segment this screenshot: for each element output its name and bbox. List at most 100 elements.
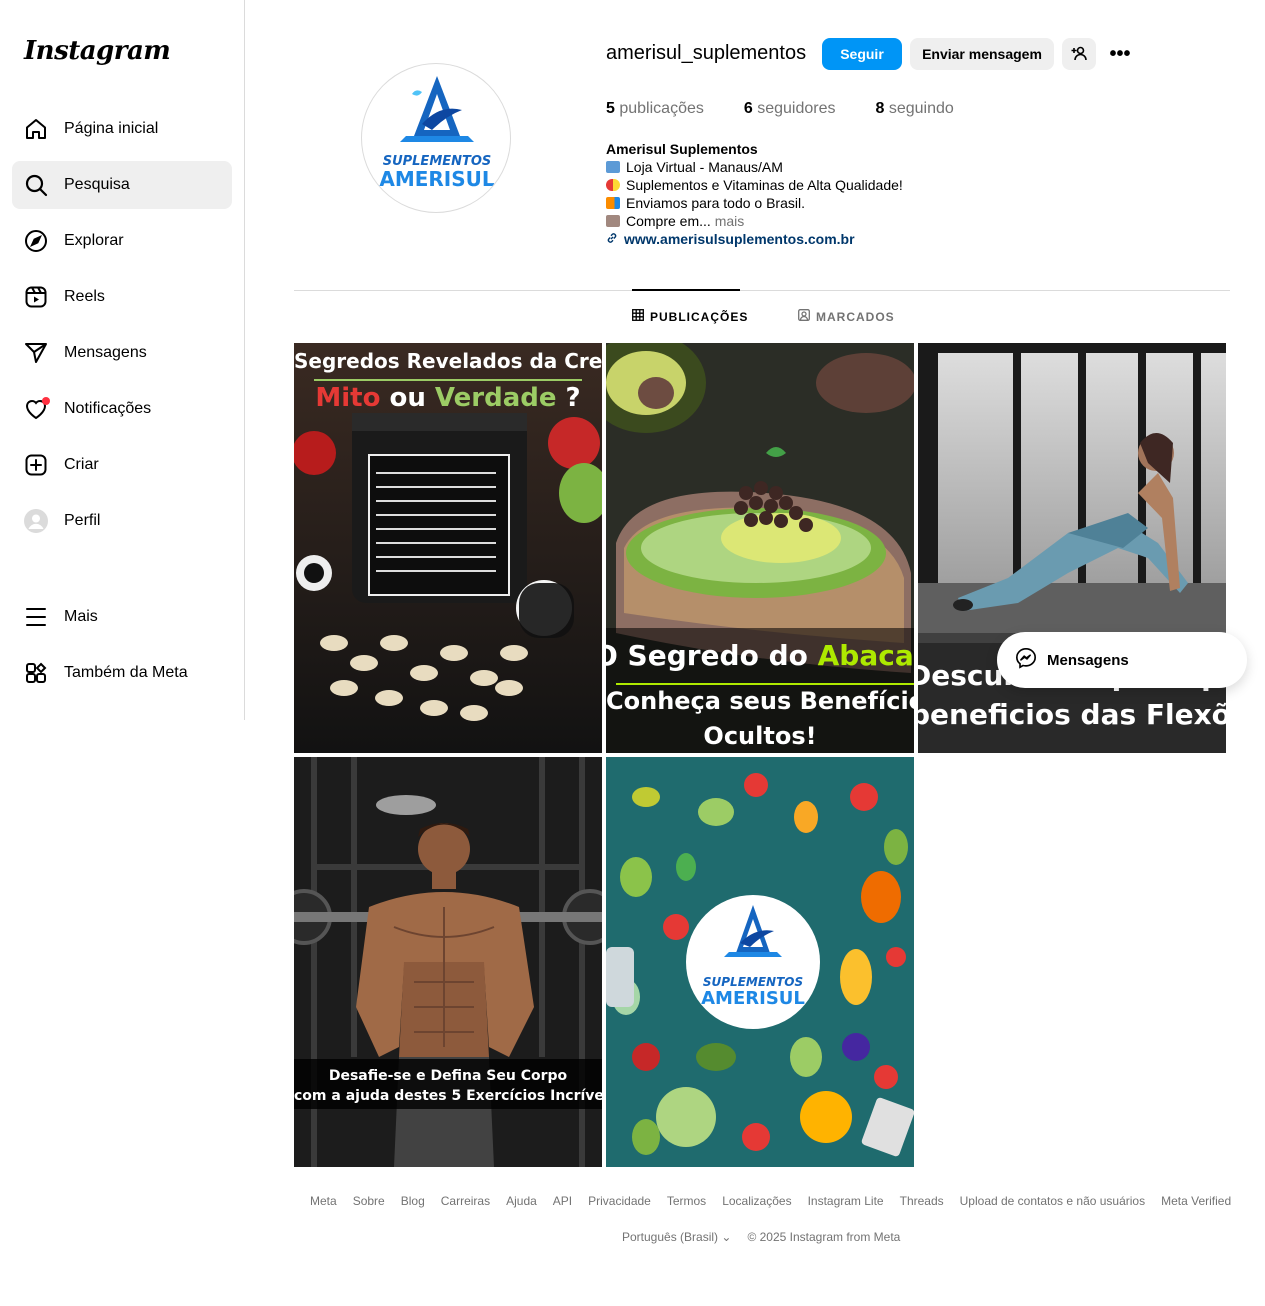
- post-divider: [616, 683, 914, 685]
- sidebar-item-messages[interactable]: Mensagens: [12, 329, 232, 377]
- follow-button[interactable]: Seguir: [822, 38, 902, 70]
- footer-link[interactable]: Meta: [310, 1194, 337, 1208]
- footer-link[interactable]: Termos: [667, 1194, 706, 1208]
- stat-following[interactable]: 8 seguindo: [876, 100, 954, 118]
- post-caption-line2: Conheça seus Benefícios: [606, 687, 914, 715]
- sidebar-item-label: Notificações: [64, 400, 152, 417]
- post-creatine[interactable]: Segredos Revelados da Creat Mito ou Verd…: [294, 343, 602, 753]
- search-icon: [24, 173, 48, 197]
- sidebar-item-search[interactable]: Pesquisa: [12, 161, 232, 209]
- post-avocado[interactable]: O Segredo do Abacate Conheça seus Benefí…: [606, 343, 914, 753]
- post-brand-logo[interactable]: SUPLEMENTOS AMERISUL: [606, 757, 914, 1167]
- bio-more-link[interactable]: mais: [711, 213, 745, 229]
- footer-link[interactable]: Meta Verified: [1161, 1194, 1231, 1208]
- avatar-brand-line2: AMERISUL: [379, 167, 495, 191]
- post-caption-line1: Desafie-se e Defina Seu Corpo: [328, 1068, 568, 1084]
- footer-bottom: Português (Brasil) ⌄ © 2025 Instagram fr…: [622, 1230, 900, 1244]
- bio-line: Loja Virtual - Manaus/AM: [606, 158, 903, 176]
- post-caption-line3: Ocultos!: [703, 722, 817, 750]
- post-exercises[interactable]: Desafie-se e Defina Seu Corpo com a ajud…: [294, 757, 602, 1167]
- footer-link[interactable]: Ajuda: [506, 1194, 537, 1208]
- sidebar-item-also-from-meta[interactable]: Também da Meta: [12, 649, 232, 697]
- sidebar-item-profile[interactable]: Perfil: [12, 497, 232, 545]
- tab-tagged[interactable]: MARCADOS: [798, 309, 895, 324]
- tab-posts[interactable]: PUBLICAÇÕES: [632, 309, 748, 324]
- sidebar-item-label: Reels: [64, 288, 105, 305]
- post-divider: [314, 379, 582, 381]
- sidebar-item-label: Também da Meta: [64, 664, 188, 681]
- sidebar-item-reels[interactable]: Reels: [12, 273, 232, 321]
- footer-links: Meta Sobre Blog Carreiras Ajuda API Priv…: [310, 1194, 1231, 1208]
- footer-link[interactable]: Blog: [401, 1194, 425, 1208]
- send-icon: [24, 341, 48, 365]
- post-image: SUPLEMENTOS AMERISUL: [606, 757, 914, 1167]
- footer-link[interactable]: Upload de contatos e não usuários: [960, 1194, 1145, 1208]
- heart-icon: [24, 397, 50, 421]
- language-selector[interactable]: Português (Brasil) ⌄: [622, 1230, 731, 1244]
- sidebar-item-label: Pesquisa: [64, 176, 130, 193]
- sidebar-item-notifications[interactable]: Notificações: [12, 385, 232, 433]
- footer-link[interactable]: Sobre: [353, 1194, 385, 1208]
- footer-link[interactable]: Instagram Lite: [808, 1194, 884, 1208]
- tab-active-indicator: [632, 289, 740, 291]
- footer-link[interactable]: Privacidade: [588, 1194, 651, 1208]
- post-brand-line1: SUPLEMENTOS: [703, 975, 803, 989]
- profile-stats: 5 publicações 6 seguidores 8 seguindo: [606, 100, 954, 118]
- link-icon: [606, 230, 620, 248]
- laptop-emoji-icon: [606, 161, 620, 173]
- post-caption-title: Segredos Revelados da Creat: [294, 349, 602, 373]
- sidebar-item-label: Mais: [64, 608, 98, 625]
- chevron-down-icon: ⌄: [721, 1230, 732, 1244]
- tagged-icon: [798, 309, 810, 324]
- footer-link[interactable]: Threads: [900, 1194, 944, 1208]
- profile-avatar[interactable]: SUPLEMENTOS AMERISUL: [361, 63, 511, 213]
- sidebar-item-more[interactable]: Mais: [12, 593, 232, 641]
- sidebar-item-home[interactable]: Página inicial: [12, 105, 232, 153]
- sidebar-item-label: Mensagens: [64, 344, 147, 361]
- bio-name: Amerisul Suplementos: [606, 141, 758, 157]
- more-options-button[interactable]: •••: [1104, 38, 1136, 70]
- truck-emoji-icon: [606, 197, 620, 209]
- sidebar: Instagram Página inicial Pesquisa Explor…: [0, 0, 245, 720]
- stat-posts: 5 publicações: [606, 100, 704, 117]
- compass-icon: [24, 229, 48, 253]
- profile-username: amerisul_suplementos: [606, 42, 807, 64]
- footer-link[interactable]: Localizações: [722, 1194, 791, 1208]
- avatar-icon: [24, 509, 48, 533]
- plus-square-icon: [24, 453, 48, 477]
- sidebar-item-create[interactable]: Criar: [12, 441, 232, 489]
- stat-followers[interactable]: 6 seguidores: [744, 100, 836, 118]
- menu-icon: [24, 605, 48, 629]
- post-caption-line2: com a ajuda destes 5 Exercícios Incrívei…: [294, 1088, 602, 1104]
- messenger-icon: [1015, 647, 1037, 673]
- post-caption-subtitle: Mito ou Verdade ?: [315, 383, 581, 413]
- floating-messages-label: Mensagens: [1047, 651, 1129, 669]
- footer-link[interactable]: Carreiras: [441, 1194, 490, 1208]
- tabs-divider: [294, 290, 1230, 291]
- bio-line: Compre em... mais: [606, 212, 903, 230]
- post-caption-line2: beneficios das Flexões: [918, 698, 1226, 731]
- footer-link[interactable]: API: [553, 1194, 572, 1208]
- post-brand-line2: AMERISUL: [701, 988, 805, 1009]
- suggest-users-button[interactable]: [1062, 38, 1096, 70]
- home-icon: [24, 117, 48, 141]
- post-caption-title: O Segredo do Abacate: [606, 639, 914, 672]
- bio-website-link[interactable]: www.amerisulsuplementos.com.br: [624, 231, 855, 247]
- sidebar-item-explore[interactable]: Explorar: [12, 217, 232, 265]
- profile-bio: Amerisul Suplementos Loja Virtual - Mana…: [606, 140, 903, 248]
- notification-badge: [42, 397, 50, 405]
- sidebar-item-label: Perfil: [64, 512, 101, 529]
- pill-emoji-icon: [606, 179, 620, 191]
- post-pushups[interactable]: Descubra os principais beneficios das Fl…: [918, 343, 1226, 753]
- tab-posts-label: PUBLICAÇÕES: [650, 309, 749, 324]
- add-user-icon: [1071, 45, 1087, 64]
- instagram-logo[interactable]: Instagram: [24, 36, 171, 66]
- send-message-button[interactable]: Enviar mensagem: [910, 38, 1054, 70]
- sidebar-item-label: Explorar: [64, 232, 124, 249]
- floating-messages-button[interactable]: Mensagens: [997, 632, 1247, 688]
- tab-tagged-label: MARCADOS: [816, 309, 895, 324]
- grid-icon: [632, 309, 644, 324]
- bio-link-row[interactable]: www.amerisulsuplementos.com.br: [606, 230, 903, 248]
- bio-line: Suplementos e Vitaminas de Alta Qualidad…: [606, 176, 903, 194]
- meta-apps-icon: [24, 661, 48, 685]
